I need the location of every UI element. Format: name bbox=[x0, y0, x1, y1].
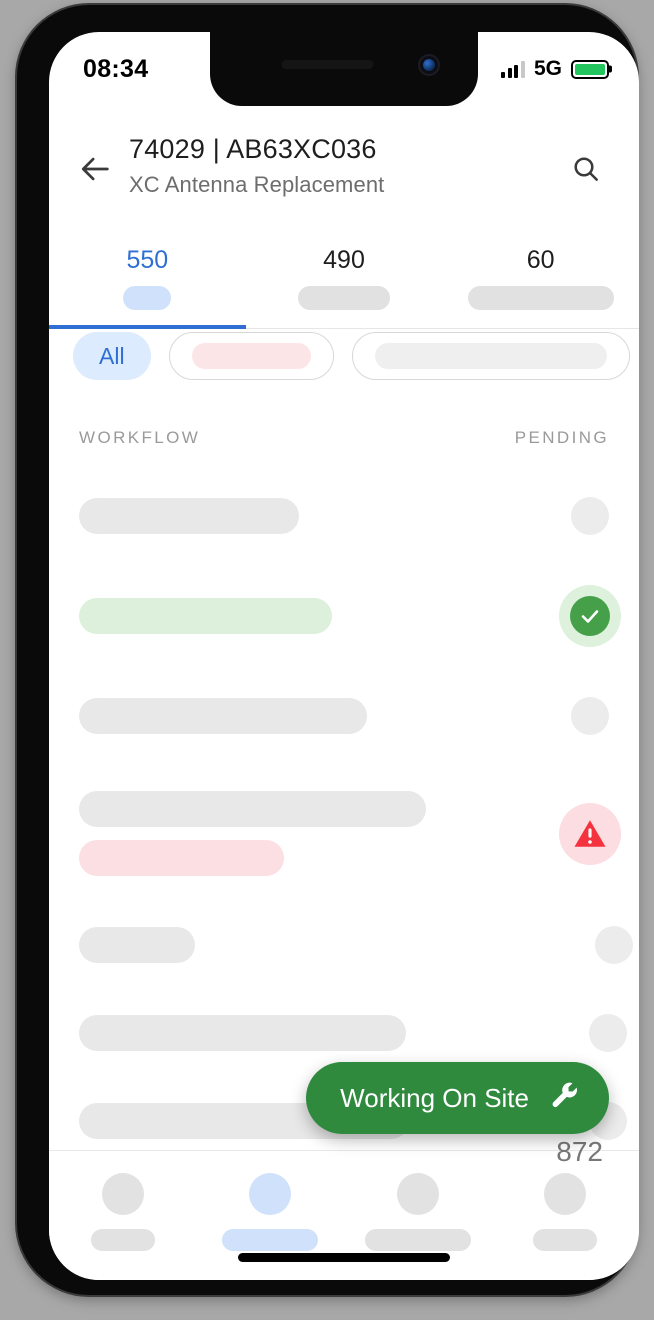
row-skeleton-subbar bbox=[79, 840, 284, 876]
table-row[interactable] bbox=[49, 766, 639, 901]
nav-label-skeleton bbox=[222, 1229, 319, 1251]
nav-icon-skeleton bbox=[544, 1173, 587, 1215]
front-camera-icon bbox=[418, 54, 440, 76]
battery-full-icon bbox=[571, 59, 612, 79]
working-on-site-button[interactable]: Working On Site bbox=[306, 1062, 609, 1134]
row-status-badge bbox=[559, 685, 621, 747]
row-status-badge bbox=[559, 585, 621, 647]
check-circle-icon bbox=[570, 596, 610, 636]
check-icon bbox=[581, 610, 599, 623]
tab-skeleton bbox=[467, 286, 614, 310]
status-indicators: 5G bbox=[501, 57, 612, 81]
row-status-badge bbox=[559, 485, 621, 547]
wrench-icon bbox=[552, 1082, 578, 1108]
tab-skeleton bbox=[123, 286, 172, 310]
pending-dot-icon bbox=[571, 697, 609, 735]
signal-bars-icon bbox=[501, 60, 525, 78]
search-button[interactable] bbox=[561, 144, 611, 194]
row-status-badge bbox=[583, 914, 639, 976]
fab-label: Working On Site bbox=[340, 1082, 529, 1113]
warning-triangle-icon bbox=[574, 820, 606, 847]
nav-label-skeleton bbox=[90, 1229, 155, 1251]
phone-frame: 08:34 5G 74029 | AB63XC036 XC Antenna Re… bbox=[17, 5, 639, 1295]
chip-skeleton bbox=[191, 343, 311, 369]
filter-chip-2[interactable] bbox=[168, 332, 334, 380]
column-header-workflow: WORKFLOW bbox=[79, 428, 201, 447]
row-status-badge bbox=[559, 802, 621, 865]
nav-label-skeleton bbox=[533, 1229, 598, 1251]
nav-icon-skeleton bbox=[249, 1173, 292, 1215]
page-subtitle: XC Antenna Replacement bbox=[129, 172, 385, 197]
row-content bbox=[79, 927, 195, 963]
earpiece-speaker bbox=[281, 60, 374, 69]
list-column-headers: WORKFLOW PENDING bbox=[49, 428, 639, 448]
network-label: 5G bbox=[533, 57, 562, 80]
nav-item-3[interactable] bbox=[363, 1173, 473, 1251]
screenshot-stage: 08:34 5G 74029 | AB63XC036 XC Antenna Re… bbox=[0, 0, 654, 1320]
tab-bar: 550 490 60 bbox=[49, 234, 639, 329]
page-title: 74029 | AB63XC036 bbox=[129, 134, 377, 164]
pending-dot-icon bbox=[589, 1014, 627, 1052]
row-content bbox=[79, 698, 367, 734]
nav-icon-skeleton bbox=[101, 1173, 144, 1215]
filter-chip-all[interactable]: All bbox=[73, 332, 151, 380]
back-arrow-icon bbox=[81, 157, 109, 181]
pending-count-overlay: 872 bbox=[556, 1136, 603, 1167]
tab-60[interactable]: 60 bbox=[442, 234, 639, 328]
bottom-navigation bbox=[49, 1150, 639, 1280]
nav-item-1[interactable] bbox=[68, 1173, 178, 1251]
row-skeleton-bar bbox=[79, 598, 332, 634]
nav-icon-skeleton bbox=[396, 1173, 439, 1215]
table-row[interactable] bbox=[49, 566, 639, 666]
back-button[interactable] bbox=[71, 144, 121, 194]
row-skeleton-bar bbox=[79, 498, 299, 534]
row-skeleton-bar bbox=[79, 927, 195, 963]
nav-item-2[interactable] bbox=[215, 1173, 325, 1251]
row-skeleton-bar bbox=[79, 1015, 406, 1051]
tab-count: 60 bbox=[526, 246, 555, 274]
tab-active-underline bbox=[49, 325, 246, 329]
chip-skeleton bbox=[374, 343, 607, 369]
table-row[interactable] bbox=[49, 466, 639, 566]
row-skeleton-bar bbox=[79, 791, 426, 827]
table-row[interactable] bbox=[49, 901, 639, 989]
row-content bbox=[79, 598, 332, 634]
table-row[interactable] bbox=[49, 666, 639, 766]
phone-screen: 08:34 5G 74029 | AB63XC036 XC Antenna Re… bbox=[49, 32, 639, 1280]
filter-chip-3[interactable] bbox=[351, 332, 630, 380]
home-indicator[interactable] bbox=[238, 1253, 450, 1262]
row-content bbox=[79, 791, 426, 876]
status-time: 08:34 bbox=[83, 54, 149, 83]
column-header-pending: PENDING bbox=[514, 428, 609, 447]
tab-count: 550 bbox=[126, 246, 169, 274]
nav-label-skeleton bbox=[364, 1229, 471, 1251]
row-content bbox=[79, 498, 299, 534]
tab-skeleton bbox=[298, 286, 390, 310]
app-header: 74029 | AB63XC036 XC Antenna Replacement bbox=[49, 106, 639, 198]
search-icon bbox=[574, 157, 598, 181]
tab-490[interactable]: 490 bbox=[246, 234, 443, 328]
row-skeleton-bar bbox=[79, 698, 367, 734]
header-text-block: 74029 | AB63XC036 XC Antenna Replacement bbox=[121, 130, 561, 198]
row-content bbox=[79, 1015, 406, 1051]
notch bbox=[210, 32, 478, 106]
nav-item-4[interactable] bbox=[510, 1173, 620, 1251]
filter-chip-row: All bbox=[49, 332, 639, 380]
tab-550[interactable]: 550 bbox=[49, 234, 246, 328]
row-status-badge bbox=[577, 1002, 639, 1064]
tab-count: 490 bbox=[323, 246, 365, 274]
pending-dot-icon bbox=[595, 926, 633, 964]
pending-dot-icon bbox=[571, 497, 609, 535]
